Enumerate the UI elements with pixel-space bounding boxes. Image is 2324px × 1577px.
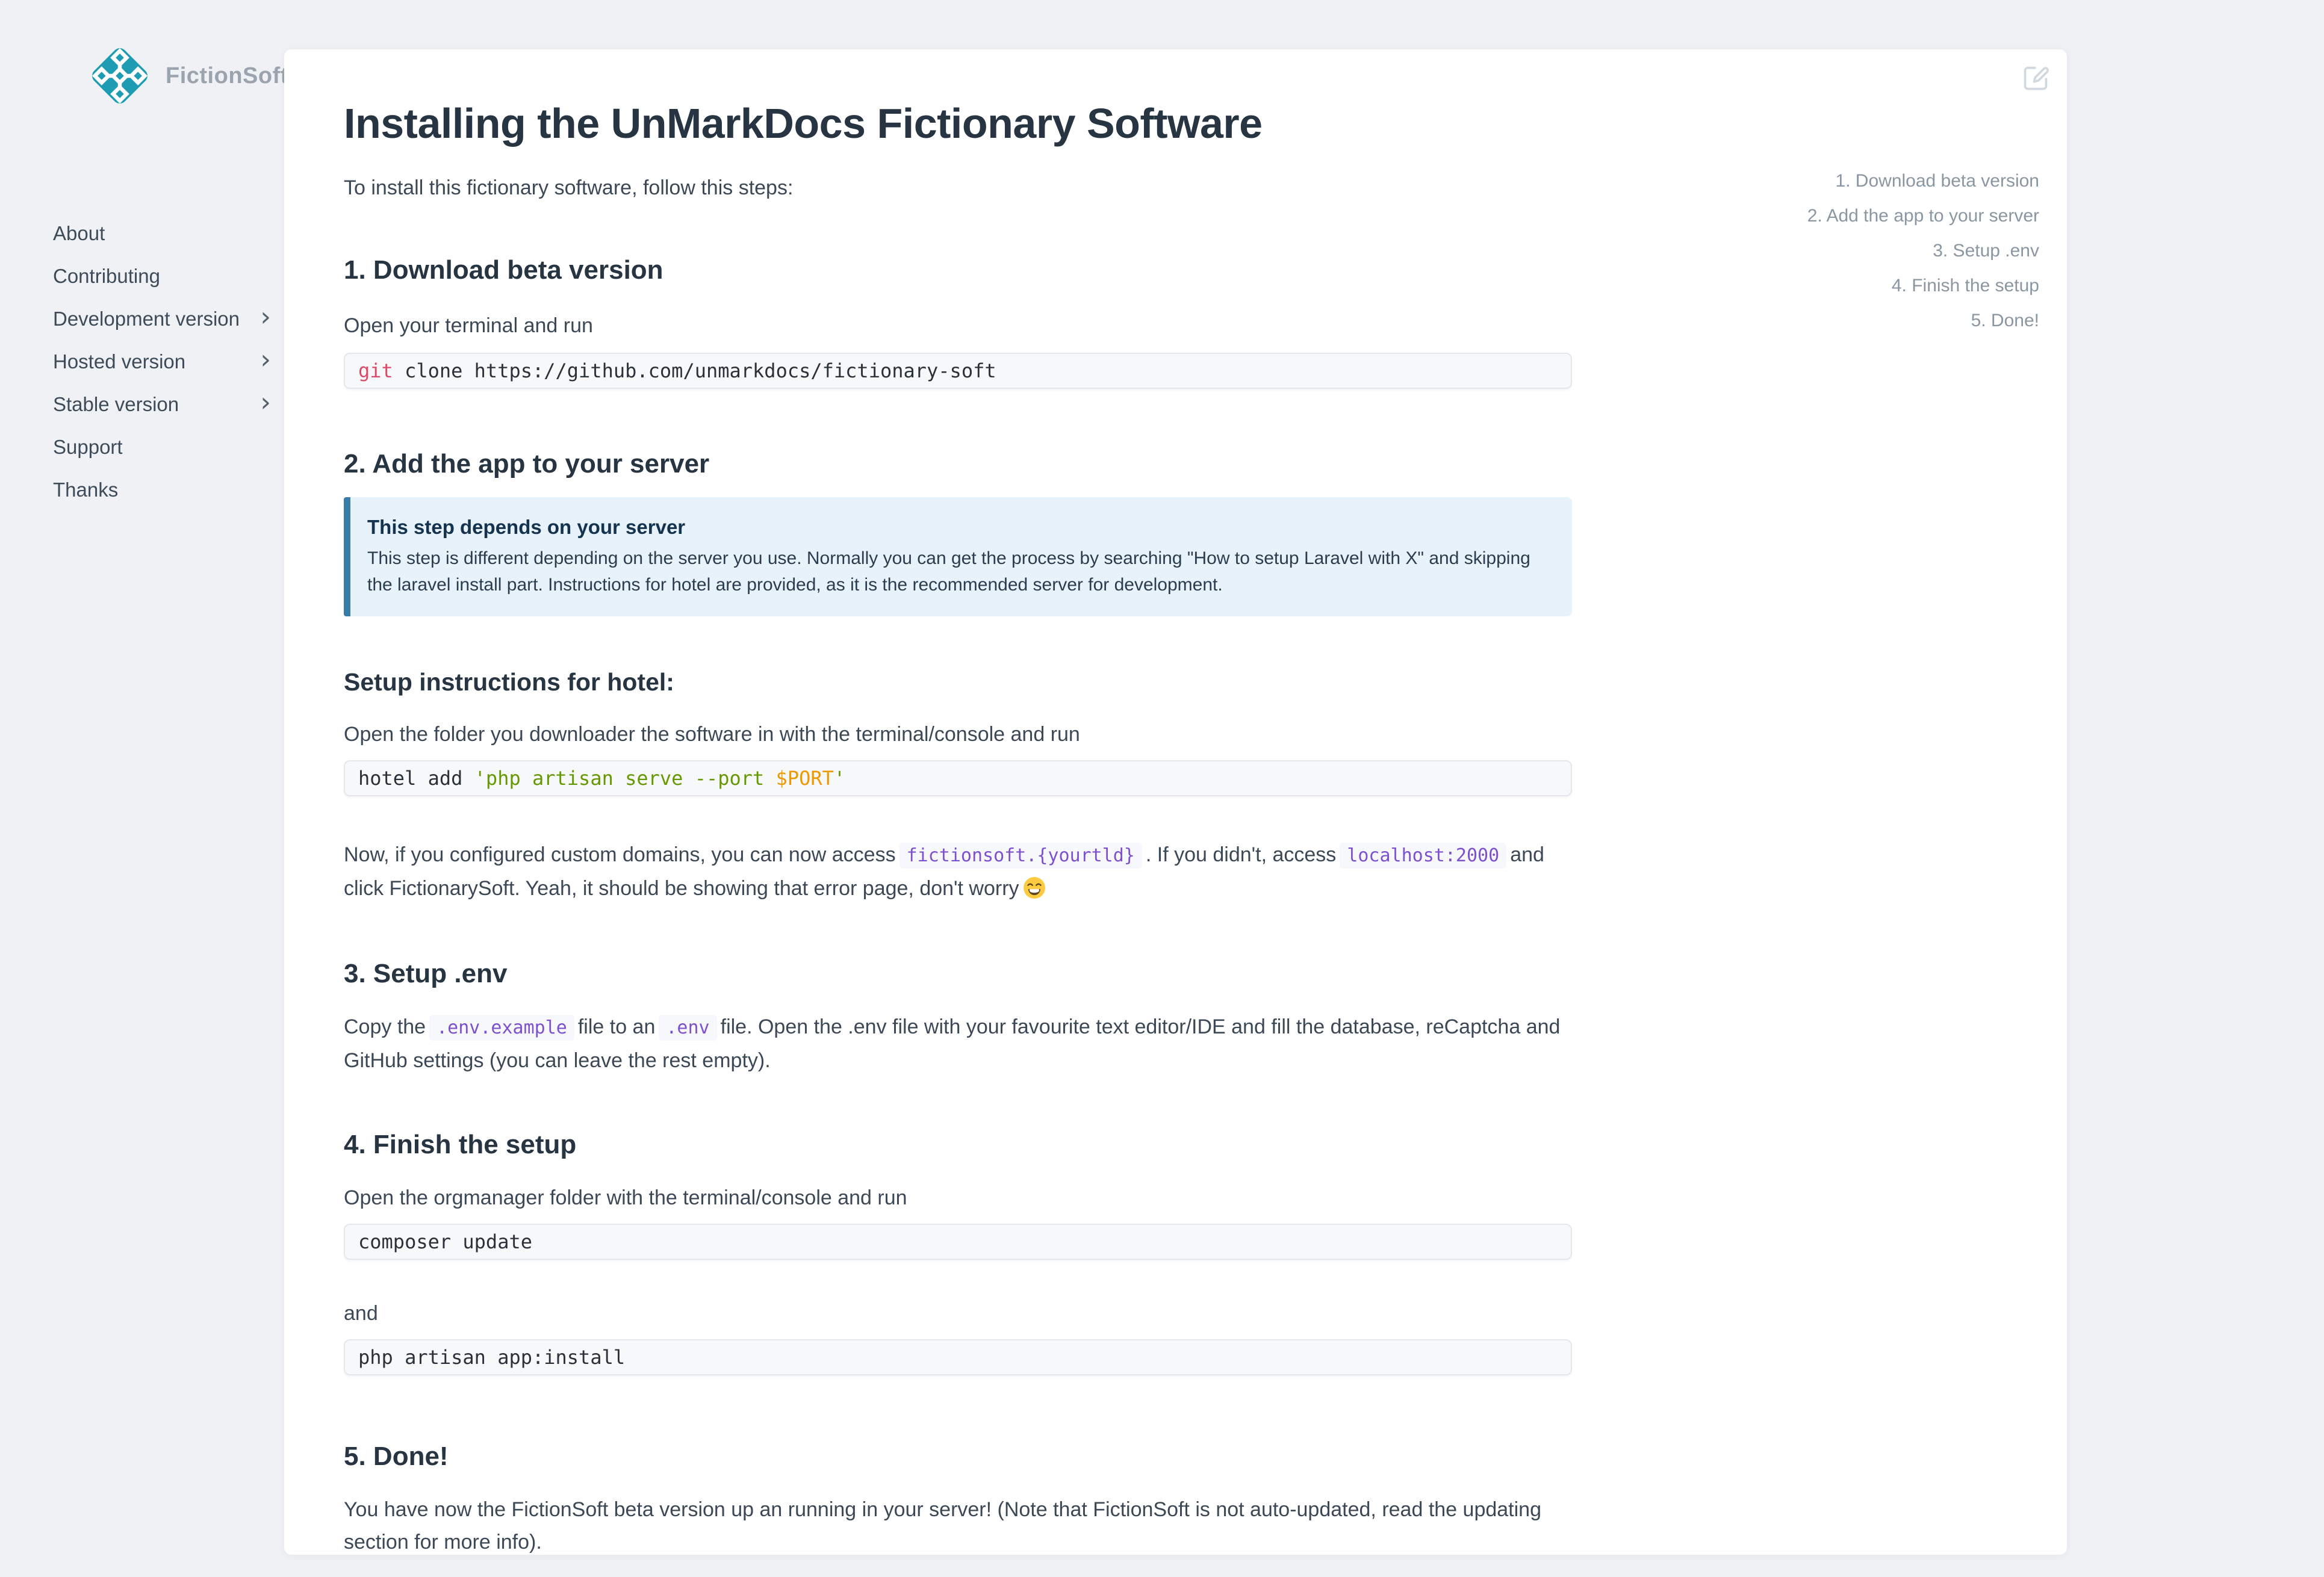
chevron-right-icon: › bbox=[260, 383, 271, 426]
code-token-fn: git bbox=[358, 359, 393, 382]
toc-item-2[interactable]: 2. Add the app to your server bbox=[1807, 199, 2039, 234]
toc-item-1[interactable]: 1. Download beta version bbox=[1807, 164, 2039, 199]
intro-paragraph: To install this fictionary software, fol… bbox=[344, 172, 1572, 204]
code-token-str: 'php artisan serve --port bbox=[474, 767, 776, 790]
sidebar-item-stable-version[interactable]: Stable version › bbox=[0, 383, 284, 426]
brand-name: FictionSoft bbox=[166, 63, 288, 89]
code-block-composer-update: composer update bbox=[344, 1224, 1572, 1260]
section-1-heading: 1. Download beta version bbox=[344, 255, 1572, 285]
sidebar-item-contributing[interactable]: Contributing bbox=[0, 255, 284, 297]
and-text: and bbox=[344, 1297, 1572, 1330]
section-4-paragraph: Open the orgmanager folder with the term… bbox=[344, 1182, 1572, 1214]
domains-paragraph: Now, if you configured custom domains, y… bbox=[344, 838, 1572, 905]
text-segment: . If you didn't, access bbox=[1146, 843, 1336, 866]
toc-item-5[interactable]: 5. Done! bbox=[1807, 303, 2039, 338]
section-5-heading: 5. Done! bbox=[344, 1442, 1572, 1472]
sidebar-item-label: Stable version bbox=[53, 393, 179, 415]
info-callout: This step depends on your server This st… bbox=[344, 497, 1572, 616]
hotel-subheading: Setup instructions for hotel: bbox=[344, 668, 1572, 696]
content-card: 1. Download beta version2. Add the app t… bbox=[284, 49, 2067, 1555]
chevron-right-icon: › bbox=[260, 340, 271, 383]
code-block-git-clone: git clone https://github.com/unmarkdocs/… bbox=[344, 353, 1572, 389]
edit-pencil-square-icon bbox=[2021, 63, 2050, 91]
sidebar-item-label: About bbox=[53, 222, 105, 244]
chevron-right-icon: › bbox=[260, 297, 271, 340]
inline-code: localhost:2000 bbox=[1340, 843, 1506, 869]
text-segment: Now, if you configured custom domains, y… bbox=[344, 843, 896, 866]
text-segment: clone https://github.com/unmarkdocs/fict… bbox=[393, 359, 996, 382]
edit-page-button[interactable] bbox=[2021, 63, 2050, 91]
page-title: Installing the UnMarkDocs Fictionary Sof… bbox=[344, 99, 1572, 147]
sidebar-item-about[interactable]: About bbox=[0, 212, 284, 255]
toc-item-4[interactable]: 4. Finish the setup bbox=[1807, 268, 2039, 303]
section-1-paragraph: Open your terminal and run bbox=[344, 309, 1572, 342]
callout-title: This step depends on your server bbox=[367, 514, 1552, 541]
text-segment: Copy the bbox=[344, 1015, 426, 1038]
inline-code: .env.example bbox=[429, 1015, 574, 1041]
inline-code: fictionsoft.{yourtld} bbox=[899, 843, 1142, 869]
sidebar-nav: AboutContributingDevelopment version›Hos… bbox=[0, 212, 284, 511]
inline-code: .env bbox=[659, 1015, 716, 1041]
grin-emoji bbox=[1023, 876, 1046, 899]
text-segment: php artisan app:install bbox=[358, 1346, 625, 1369]
brand-logo[interactable]: FictionSoft bbox=[81, 37, 288, 114]
code-block-hotel-add: hotel add 'php artisan serve --port $POR… bbox=[344, 760, 1572, 796]
fictionsoft-logo-icon bbox=[81, 37, 158, 114]
sidebar-item-label: Development version bbox=[53, 308, 240, 330]
sidebar-item-support[interactable]: Support bbox=[0, 426, 284, 468]
text-segment: hotel add bbox=[358, 767, 474, 790]
code-token-var: $PORT bbox=[776, 767, 834, 790]
text-segment: file to an bbox=[578, 1015, 656, 1038]
code-token-str: ' bbox=[834, 767, 845, 790]
sidebar-item-hosted-version[interactable]: Hosted version › bbox=[0, 340, 284, 383]
code-block-app-install: php artisan app:install bbox=[344, 1339, 1572, 1375]
sidebar-item-development-version[interactable]: Development version › bbox=[0, 297, 284, 340]
section-3-paragraph: Copy the.env.examplefile to an.envfile. … bbox=[344, 1011, 1572, 1077]
article: Installing the UnMarkDocs Fictionary Sof… bbox=[344, 49, 1572, 1558]
hotel-paragraph: Open the folder you downloader the softw… bbox=[344, 718, 1572, 751]
callout-body: This step is different depending on the … bbox=[367, 545, 1552, 598]
sidebar-item-label: Contributing bbox=[53, 265, 160, 287]
section-2-heading: 2. Add the app to your server bbox=[344, 449, 1572, 479]
sidebar-item-thanks[interactable]: Thanks bbox=[0, 468, 284, 511]
text-segment: composer update bbox=[358, 1230, 532, 1253]
sidebar-item-label: Thanks bbox=[53, 479, 118, 501]
sidebar-item-label: Support bbox=[53, 436, 123, 458]
section-5-paragraph: You have now the FictionSoft beta versio… bbox=[344, 1493, 1572, 1558]
toc-item-3[interactable]: 3. Setup .env bbox=[1807, 234, 2039, 268]
sidebar-item-label: Hosted version bbox=[53, 350, 185, 373]
section-4-heading: 4. Finish the setup bbox=[344, 1130, 1572, 1160]
table-of-contents: 1. Download beta version2. Add the app t… bbox=[1807, 164, 2039, 338]
section-3-heading: 3. Setup .env bbox=[344, 959, 1572, 989]
